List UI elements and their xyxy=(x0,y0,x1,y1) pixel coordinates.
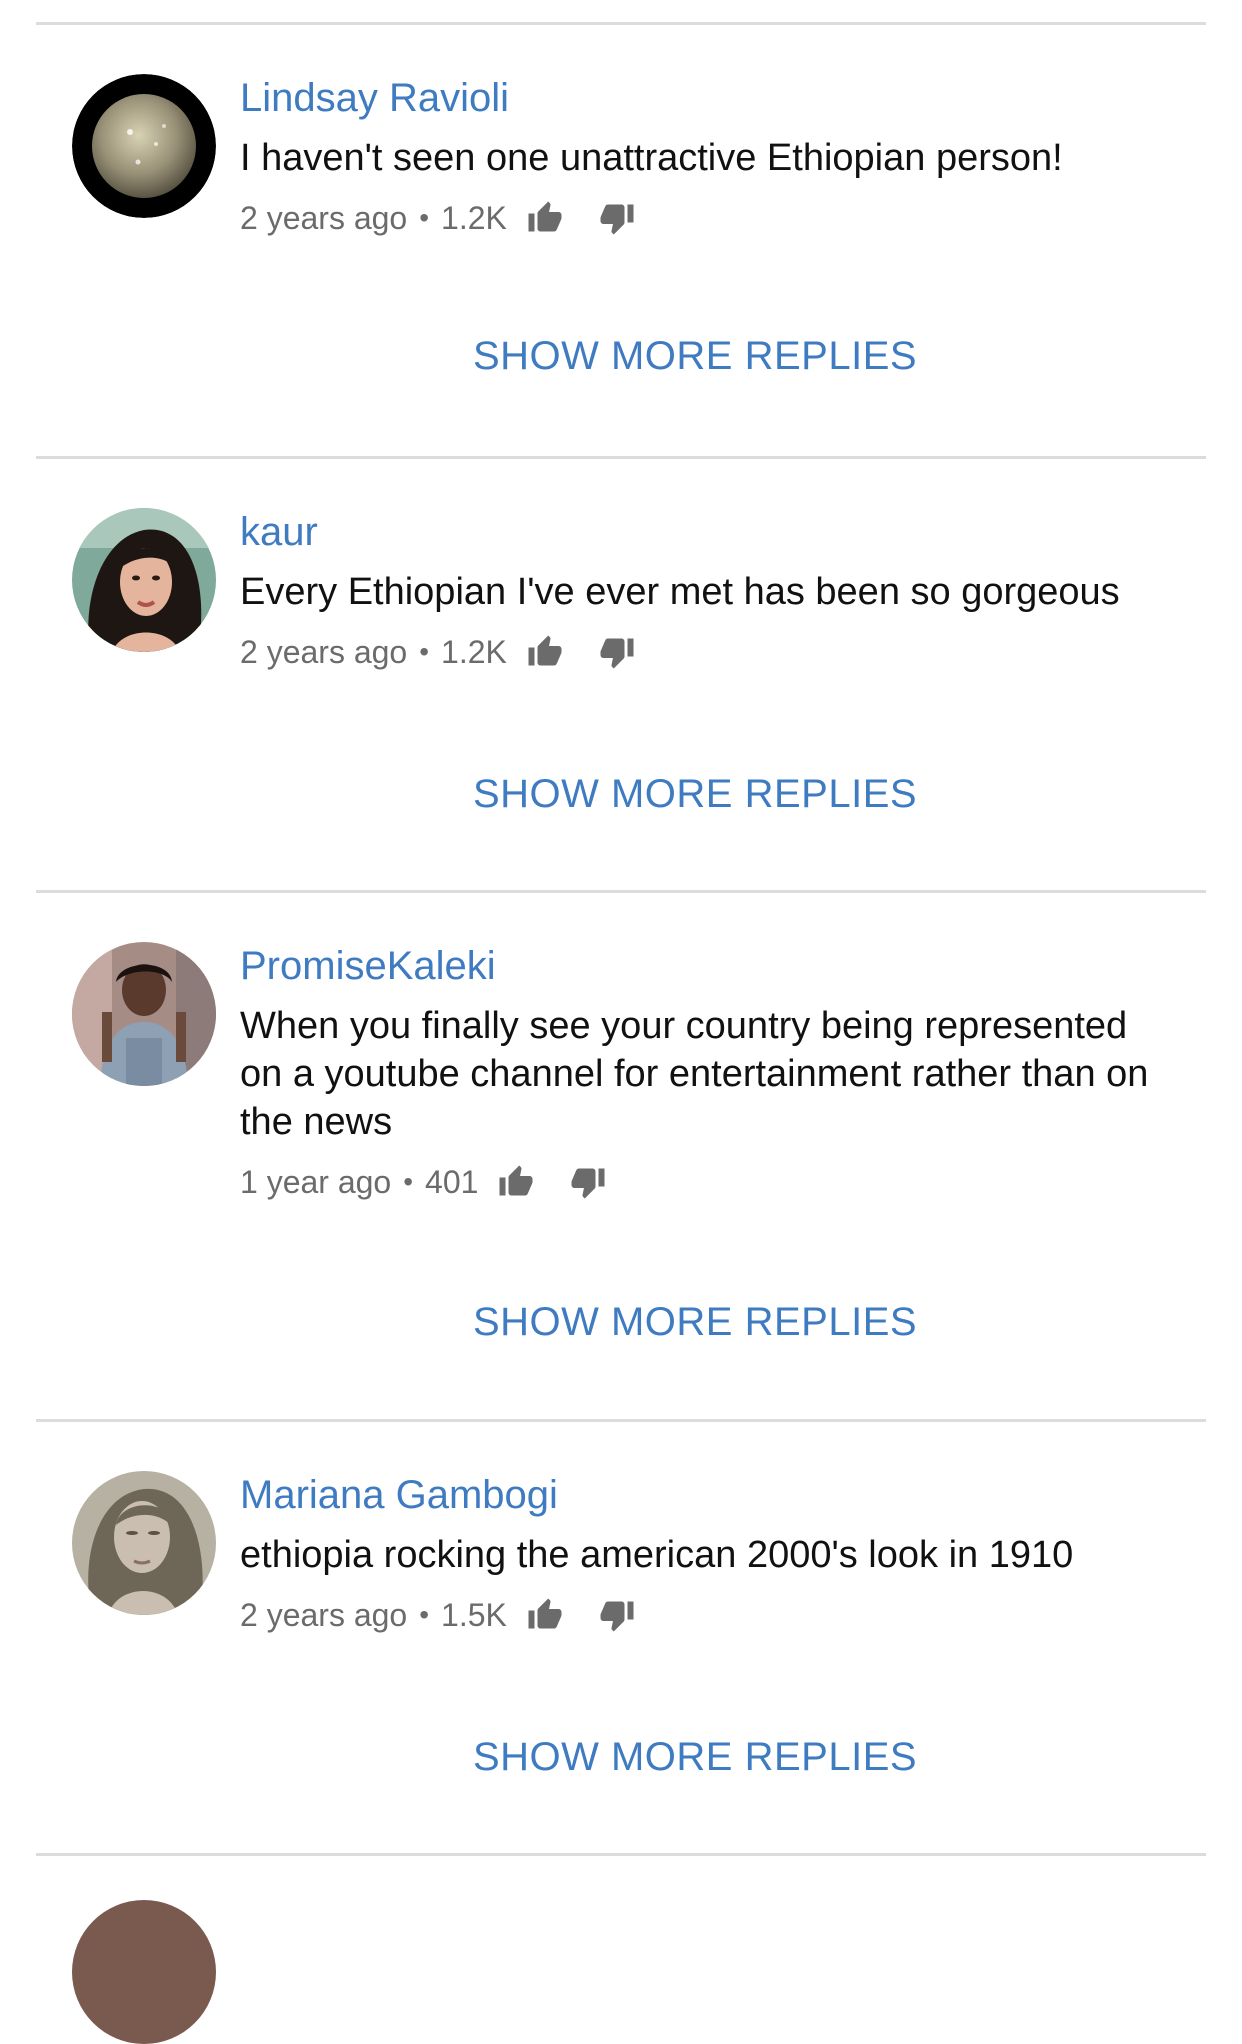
comment-meta: 2 years ago • 1.2K xyxy=(240,194,1160,242)
meta-separator: • xyxy=(419,1599,430,1630)
thumb-up-icon xyxy=(499,1165,533,1196)
avatar-image xyxy=(72,74,216,218)
comment-body: kaur Every Ethiopian I've ever met has b… xyxy=(240,508,1160,676)
thumb-down-icon xyxy=(600,1601,634,1632)
comment-author[interactable]: kaur xyxy=(240,508,1160,556)
avatar[interactable] xyxy=(72,74,216,218)
thumb-up-icon xyxy=(528,1598,562,1629)
comment-body: Mariana Gambogi ethiopia rocking the ame… xyxy=(240,1471,1160,1639)
comment-time: 2 years ago xyxy=(240,633,408,670)
divider xyxy=(36,22,1206,25)
comment-meta: 1 year ago • 401 xyxy=(240,1158,1160,1206)
show-more-replies-button[interactable]: SHOW MORE REPLIES xyxy=(0,332,1242,380)
thumb-down-icon xyxy=(600,638,634,669)
comment-meta: 2 years ago • 1.5K xyxy=(240,1591,1160,1639)
show-more-replies-button[interactable]: SHOW MORE REPLIES xyxy=(0,770,1242,818)
like-button[interactable] xyxy=(496,1162,536,1202)
like-count: 1.5K xyxy=(441,1596,507,1633)
comment-text: When you finally see your country being … xyxy=(240,1005,1149,1143)
like-count: 1.2K xyxy=(441,199,507,236)
comment-body: PromiseKaleki When you finally see your … xyxy=(240,942,1160,1206)
comment-author[interactable]: Mariana Gambogi xyxy=(240,1471,1160,1519)
show-more-replies-button[interactable]: SHOW MORE REPLIES xyxy=(0,1733,1242,1781)
avatar[interactable] xyxy=(72,1900,216,2044)
like-count: 401 xyxy=(425,1163,479,1200)
dislike-button[interactable] xyxy=(597,1595,637,1635)
comment-time: 2 years ago xyxy=(240,1596,408,1633)
thumb-down-icon xyxy=(571,1168,605,1199)
avatar[interactable] xyxy=(72,1471,216,1615)
thumb-up-icon xyxy=(528,201,562,232)
avatar-image xyxy=(72,942,216,1086)
comment-time: 2 years ago xyxy=(240,199,408,236)
like-button[interactable] xyxy=(525,1595,565,1635)
dislike-button[interactable] xyxy=(597,632,637,672)
comment-text: Every Ethiopian I've ever met has been s… xyxy=(240,571,1120,613)
comment-text: ethiopia rocking the american 2000's loo… xyxy=(240,1534,1074,1576)
comment-author[interactable]: PromiseKaleki xyxy=(240,942,1160,990)
comment-time: 1 year ago xyxy=(240,1163,392,1200)
avatar-image xyxy=(72,508,216,652)
dislike-button[interactable] xyxy=(597,198,637,238)
like-button[interactable] xyxy=(525,198,565,238)
thumb-down-icon xyxy=(600,204,634,235)
comment-body: Lindsay Ravioli I haven't seen one unatt… xyxy=(240,74,1160,242)
like-button[interactable] xyxy=(525,632,565,672)
dislike-button[interactable] xyxy=(568,1162,608,1202)
divider xyxy=(36,1419,1206,1422)
meta-separator: • xyxy=(419,636,430,667)
comment-text: I haven't seen one unattractive Ethiopia… xyxy=(240,137,1063,179)
comment-author[interactable]: Lindsay Ravioli xyxy=(240,74,1160,122)
meta-separator: • xyxy=(419,202,430,233)
avatar[interactable] xyxy=(72,508,216,652)
avatar[interactable] xyxy=(72,942,216,1086)
meta-separator: • xyxy=(403,1166,414,1197)
thumb-up-icon xyxy=(528,635,562,666)
show-more-replies-button[interactable]: SHOW MORE REPLIES xyxy=(0,1298,1242,1346)
divider xyxy=(36,890,1206,893)
divider xyxy=(36,456,1206,459)
avatar-image xyxy=(72,1471,216,1615)
comment-meta: 2 years ago • 1.2K xyxy=(240,628,1160,676)
divider xyxy=(36,1853,1206,1856)
like-count: 1.2K xyxy=(441,633,507,670)
